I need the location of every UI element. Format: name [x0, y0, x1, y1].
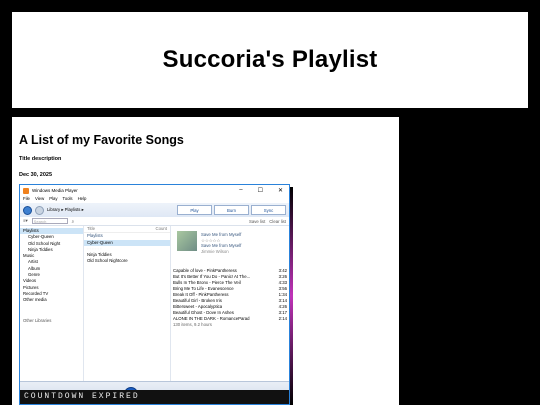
playlist-pane: Title Count Playlists Cyber-Queen · · · ·… [84, 226, 171, 381]
player-tabs: Play Burn Sync [177, 205, 286, 215]
player-titlebar: Windows Media Player – ☐ ✕ [20, 185, 289, 196]
window-controls: – ☐ ✕ [239, 187, 289, 194]
post-heading: A List of my Favorite Songs [19, 133, 184, 147]
clear-list: Clear list [269, 218, 286, 224]
track-time: 2:14 [278, 316, 287, 321]
tab-play: Play [177, 205, 212, 215]
glow-strip [290, 187, 293, 405]
organize-icon: ≡▾ [23, 218, 28, 223]
now-playing-pane: Save Me from Myself ☆☆☆☆☆ Save Me from M… [171, 226, 289, 381]
post-card: A List of my Favorite Songs Title descri… [12, 117, 399, 405]
tab-burn: Burn [214, 205, 249, 215]
forward-icon [35, 205, 44, 215]
library-sidebar: Playlists Cyber-Queen Old School Night N… [20, 226, 84, 381]
album-art [177, 231, 197, 251]
pane-header: Title Count [84, 226, 170, 234]
search-input: Search [31, 218, 68, 224]
media-player-screenshot: Windows Media Player – ☐ ✕ File View Play … [19, 184, 290, 405]
menu-help: Help [77, 196, 87, 201]
page-title: Succoria's Playlist [162, 46, 378, 73]
close-icon: ✕ [277, 188, 283, 194]
breadcrumb: Library ▸ Playlists ▸ [47, 207, 84, 212]
post-date: Dec 30, 2025 [19, 172, 53, 178]
minimize-icon: – [239, 187, 243, 193]
sidebar-item: Other media [23, 297, 47, 303]
toolbar: ≡▾ Search ⌕ Save list Clear list [20, 217, 289, 226]
col-title: Title [87, 226, 95, 231]
menu-view: View [34, 196, 45, 201]
post-subtitle: Title description [19, 156, 62, 162]
track-list: Capable of love - PinkPantheress 3:42 But… [173, 256, 287, 328]
list-item-blurred: · · · · · · [87, 245, 102, 251]
wmp-logo-icon [23, 187, 29, 194]
save-list: Save list [249, 218, 266, 224]
sidebar-item: Other Libraries [23, 317, 52, 323]
menu-file: File [23, 196, 30, 201]
back-icon [23, 205, 32, 215]
menu-bar: File View Play Tools Help [20, 196, 289, 203]
menu-play: Play [49, 196, 58, 201]
search-icon: ⌕ [71, 218, 75, 224]
player-body: Playlists Cyber-Queen Old School Night N… [20, 226, 289, 381]
overlay-banner: COUNTDOWN EXPIRED [20, 390, 289, 404]
window-title: Windows Media Player [32, 188, 78, 193]
list-item: Old School Nightcore [87, 258, 128, 264]
maximize-icon: ☐ [257, 188, 263, 194]
header-banner: Succoria's Playlist [12, 12, 528, 108]
menu-tools: Tools [62, 196, 73, 201]
tab-sync: Sync [251, 205, 286, 215]
item-count: 130 items, 9.2 hours [173, 322, 212, 327]
col-count: Count [155, 226, 167, 231]
nav-bar: Library ▸ Playlists ▸ Play Burn Sync [20, 203, 289, 217]
